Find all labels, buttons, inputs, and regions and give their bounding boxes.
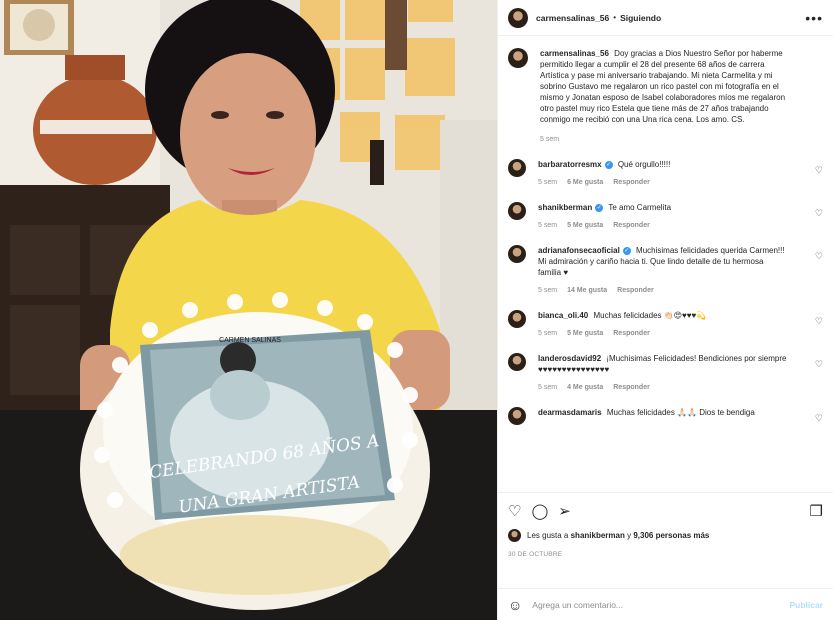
likes-count[interactable]: 9,306 personas más (633, 531, 709, 540)
publish-button[interactable]: Publicar (789, 600, 823, 610)
comment-like-heart-icon[interactable]: ♡ (815, 359, 823, 370)
comment-avatar[interactable] (508, 159, 526, 177)
verified-badge-icon: ✓ (595, 203, 604, 212)
comment-time[interactable]: 5 sem (538, 220, 557, 231)
likes-prefix: Les gusta a (527, 531, 569, 540)
comment-time[interactable]: 5 sem (538, 382, 557, 393)
comment-like-heart-icon[interactable]: ♡ (815, 316, 823, 327)
verified-badge-icon: ✓ (604, 160, 613, 169)
comment-username[interactable]: shanikberman (538, 203, 592, 212)
comment-likes[interactable]: 5 Me gusta (567, 220, 603, 231)
author-username[interactable]: carmensalinas_56 (536, 13, 609, 23)
post-actions: ♡ ◯ ➢ ❒ Les gusta a shanikberman y 9,306… (498, 492, 833, 588)
comment-item: bianca_oli.40 Muchas felicidades 👏🏻😍♥♥♥💫… (508, 310, 823, 339)
post-date[interactable]: 30 DE OCTUBRE (508, 551, 823, 558)
comment-item: landerosdavid92 ¡Muchisimas Felicidades!… (508, 353, 823, 393)
share-icon[interactable]: ➢ (558, 504, 571, 519)
comment-likes[interactable]: 6 Me gusta (567, 177, 603, 188)
comment-username[interactable]: bianca_oli.40 (538, 311, 588, 320)
follow-status-button[interactable]: Siguiendo (620, 13, 661, 23)
liker-avatar[interactable] (508, 529, 521, 542)
reply-button[interactable]: Responder (613, 328, 650, 339)
post-side-panel: carmensalinas_56 • Siguiendo ••• carmens… (497, 0, 833, 620)
separator-dot: • (613, 13, 617, 22)
comment-input[interactable]: Agrega un comentario... (532, 600, 623, 610)
comment-item: dearmasdamaris Muchas felicidades 🙏🏻🙏🏻 D… (508, 407, 823, 425)
liker-username[interactable]: shanikberman (571, 531, 625, 540)
add-comment-bar: ☺ Agrega un comentario... Publicar (498, 588, 833, 620)
more-horizontal-icon[interactable]: ••• (805, 11, 823, 25)
comment-avatar[interactable] (508, 310, 526, 328)
comment-like-heart-icon[interactable]: ♡ (815, 413, 823, 424)
post-photo[interactable]: CARMEN SALINAS CELEBRANDO 68 AÑOS A UNA … (0, 0, 497, 620)
comment-like-heart-icon[interactable]: ♡ (815, 208, 823, 219)
caption: carmensalinas_56 Doy gracias a Dios Nues… (508, 48, 823, 145)
bookmark-icon[interactable]: ❒ (810, 504, 823, 519)
comments-list: carmensalinas_56 Doy gracias a Dios Nues… (498, 36, 833, 492)
comment-likes[interactable]: 4 Me gusta (567, 382, 603, 393)
comment-text: Qué orgullo!!!!! (617, 160, 671, 169)
likes-mid: y (627, 531, 632, 540)
comment-time[interactable]: 5 sem (538, 177, 557, 188)
comment-text: Muchas felicidades 🙏🏻🙏🏻 Dios te bendiga (606, 408, 755, 417)
post-view: CARMEN SALINAS CELEBRANDO 68 AÑOS A UNA … (0, 0, 833, 620)
comment-username[interactable]: barbaratorresmx (538, 160, 602, 169)
caption-text: Doy gracias a Dios Nuestro Señor por hab… (540, 49, 786, 124)
reply-button[interactable]: Responder (613, 382, 650, 393)
author-avatar[interactable] (508, 7, 528, 28)
comment-text: Muchas felicidades 👏🏻😍♥♥♥💫 (593, 311, 707, 320)
comment-text: Te amo Carmelita (608, 203, 672, 212)
verified-badge-icon: ✓ (622, 246, 631, 255)
heart-icon[interactable]: ♡ (508, 504, 521, 519)
reply-button[interactable]: Responder (613, 220, 650, 231)
photo-illustration: CARMEN SALINAS CELEBRANDO 68 AÑOS A UNA … (0, 0, 497, 620)
comment-username[interactable]: dearmasdamaris (538, 408, 602, 417)
reply-button[interactable]: Responder (613, 177, 650, 188)
comment-item: shanikberman ✓ Te amo Carmelita 5 sem 5 M… (508, 202, 823, 231)
reply-button[interactable]: Responder (617, 285, 654, 296)
comment-avatar[interactable] (508, 245, 526, 263)
comment-username[interactable]: landerosdavid92 (538, 354, 601, 363)
comment-item: barbaratorresmx ✓ Qué orgullo!!!!! 5 sem … (508, 159, 823, 188)
comment-like-heart-icon[interactable]: ♡ (815, 165, 823, 176)
comment-icon[interactable]: ◯ (531, 504, 548, 519)
comment-likes[interactable]: 14 Me gusta (567, 285, 607, 296)
emoji-icon[interactable]: ☺ (508, 597, 522, 613)
comment-item: adrianafonsecaoficial ✓ Muchisimas felici… (508, 245, 823, 296)
caption-time[interactable]: 5 sem (540, 134, 790, 145)
comment-time[interactable]: 5 sem (538, 328, 557, 339)
comment-time[interactable]: 5 sem (538, 285, 557, 296)
comment-avatar[interactable] (508, 407, 526, 425)
poster-text: CARMEN SALINAS (219, 337, 281, 344)
comment-avatar[interactable] (508, 202, 526, 220)
comment-username[interactable]: adrianafonsecaoficial (538, 246, 620, 255)
likes-summary: Les gusta a shanikberman y 9,306 persona… (508, 529, 823, 542)
comment-likes[interactable]: 5 Me gusta (567, 328, 603, 339)
comment-avatar[interactable] (508, 353, 526, 371)
post-header: carmensalinas_56 • Siguiendo ••• (498, 0, 833, 36)
caption-username[interactable]: carmensalinas_56 (540, 49, 609, 58)
comment-like-heart-icon[interactable]: ♡ (815, 251, 823, 262)
caption-avatar[interactable] (508, 48, 528, 68)
